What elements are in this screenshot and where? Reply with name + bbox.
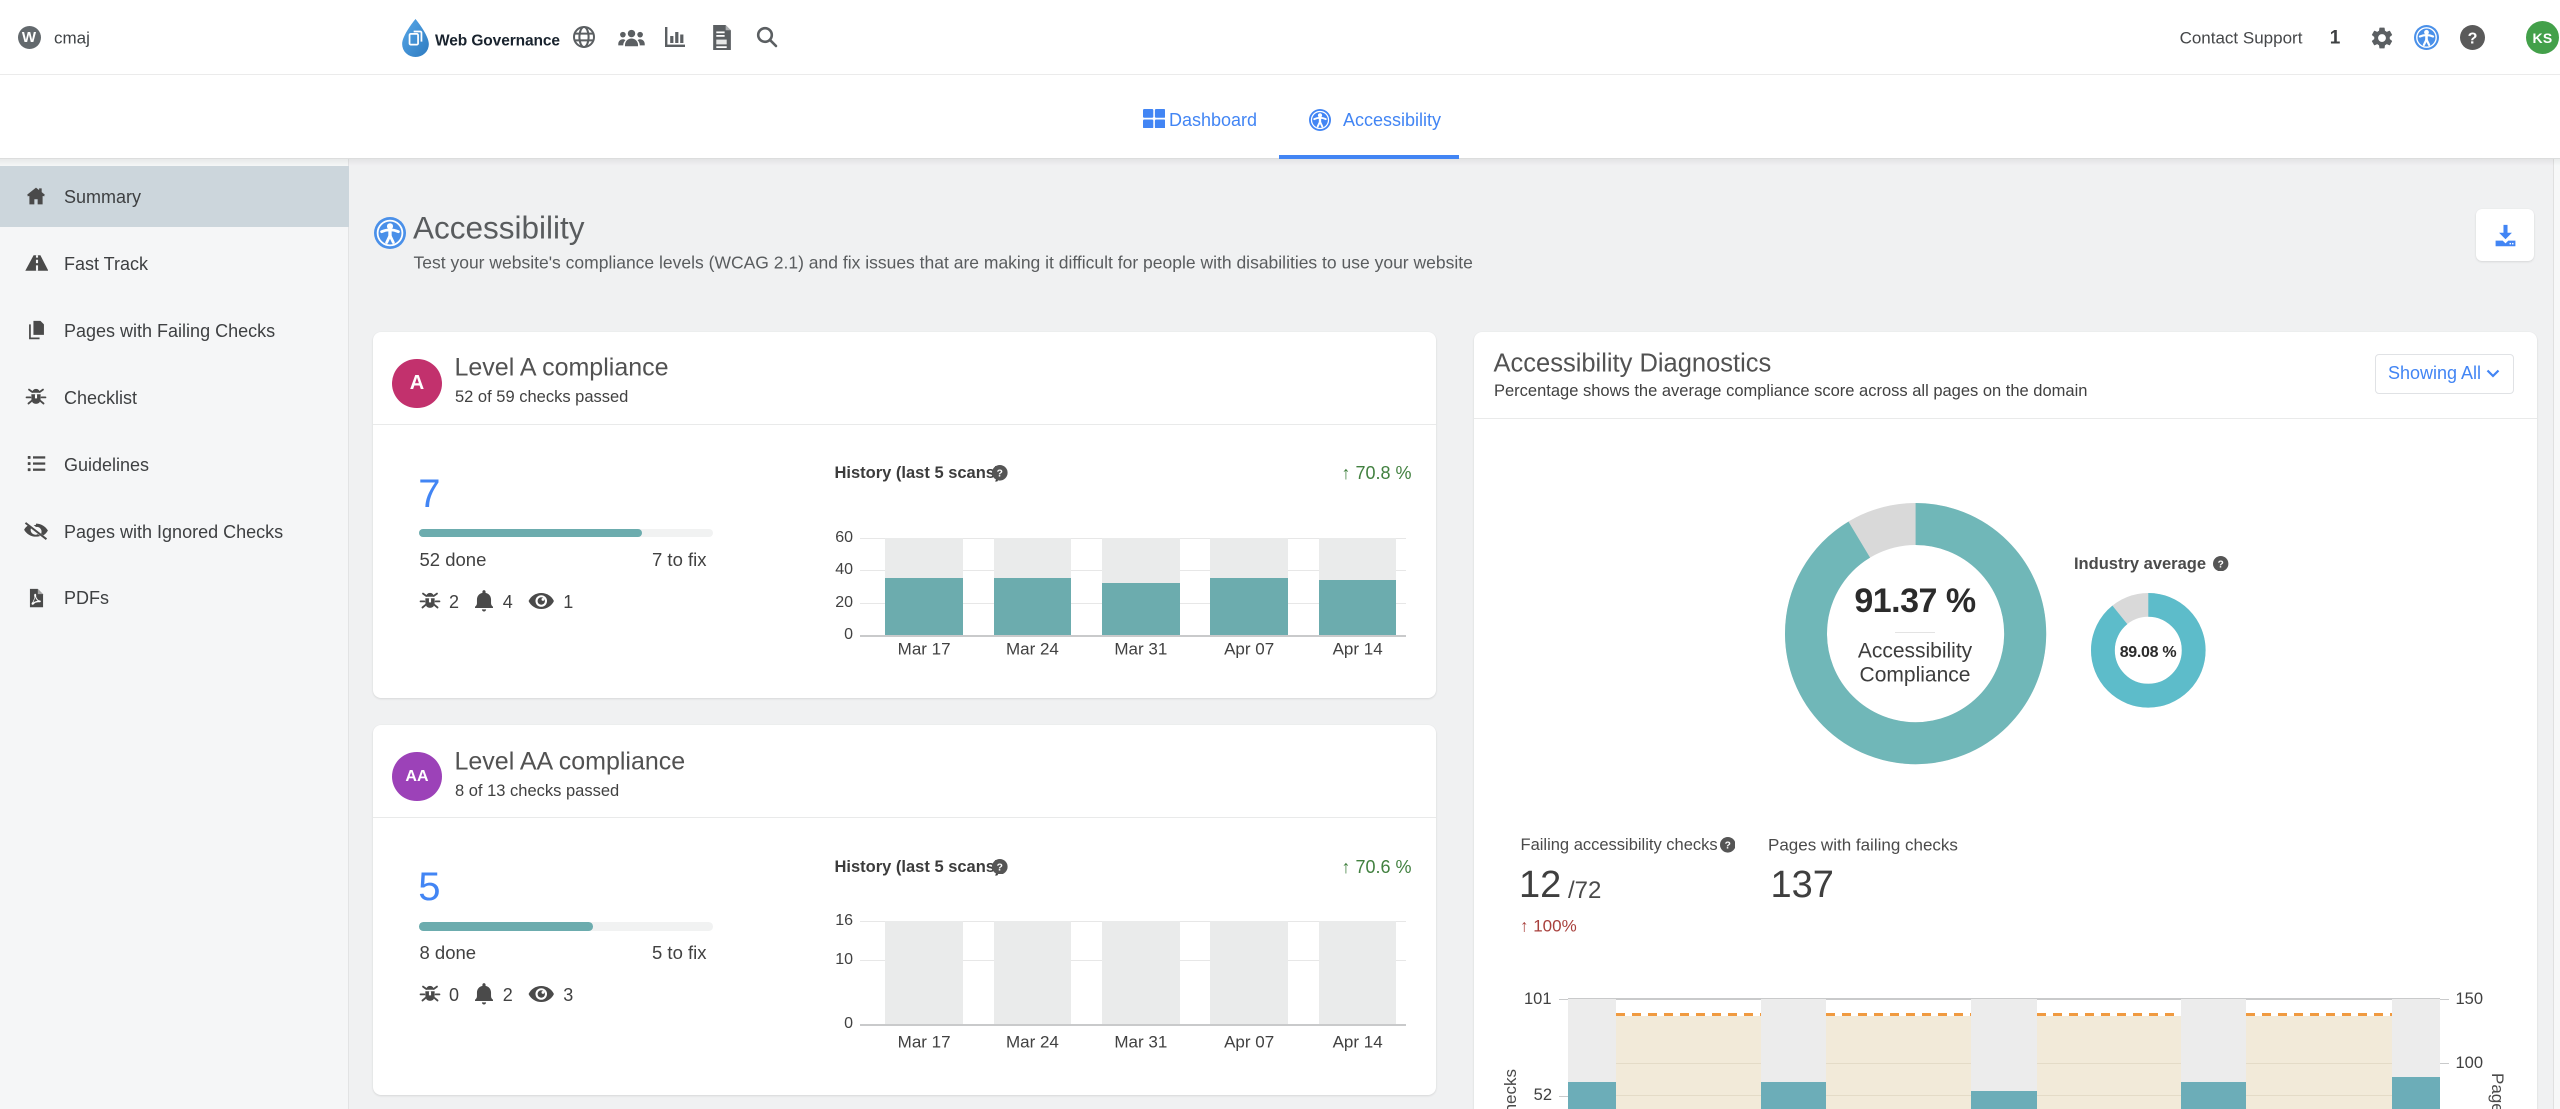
svg-text:Pages: Pages	[2488, 1073, 2507, 1109]
svg-text:?: ?	[2218, 559, 2224, 570]
svg-text:Failing checks: Failing checks	[1501, 1069, 1520, 1109]
svg-text:?: ?	[2468, 29, 2478, 47]
svg-text:?: ?	[997, 469, 1003, 480]
svg-text:?: ?	[997, 862, 1003, 873]
svg-text:?: ?	[1724, 841, 1730, 852]
